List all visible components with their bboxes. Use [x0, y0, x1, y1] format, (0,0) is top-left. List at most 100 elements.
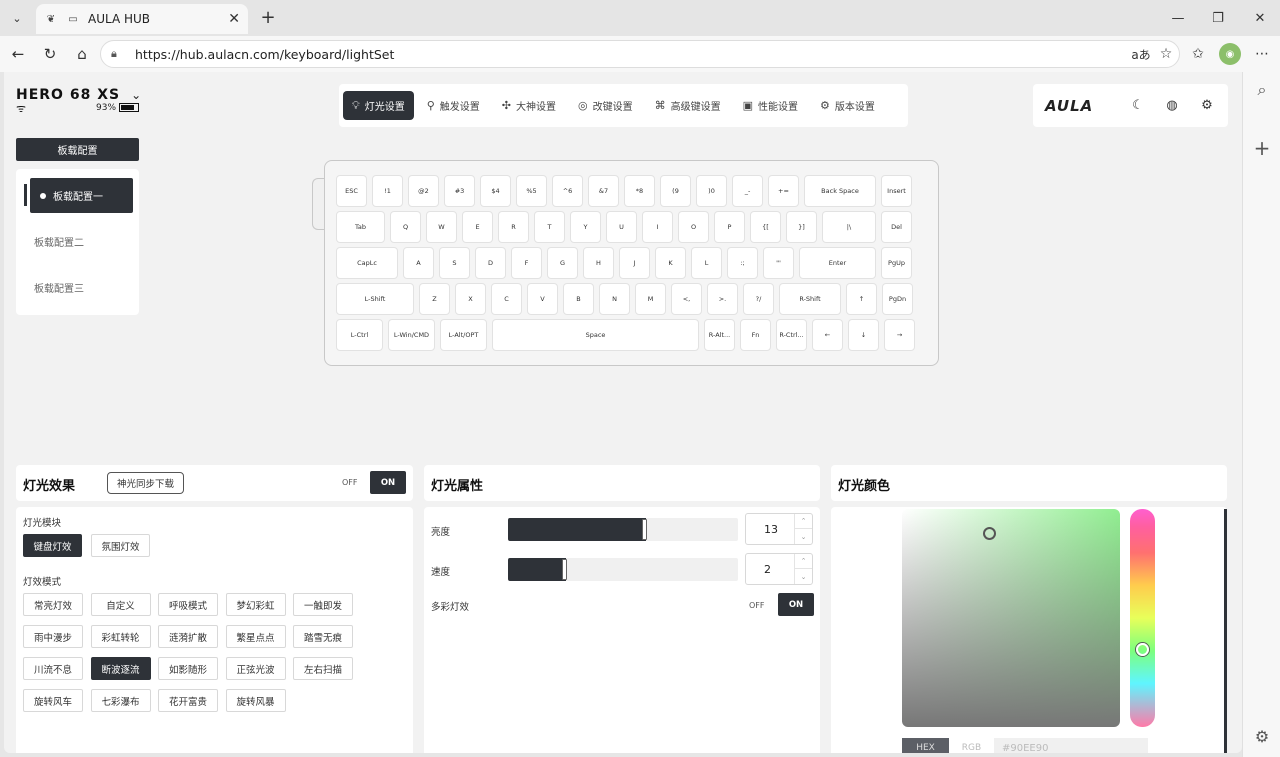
mode-button[interactable]: 旋转风暴: [225, 689, 286, 712]
speed-slider[interactable]: [508, 558, 738, 581]
speed-thumb[interactable]: [562, 559, 567, 580]
site-info-icon[interactable]: 🔒︎: [111, 47, 125, 61]
key[interactable]: ↑: [846, 283, 877, 315]
key[interactable]: Del: [881, 211, 912, 243]
stepper-up-icon[interactable]: ⌃: [794, 554, 812, 569]
mode-button[interactable]: 花开富贵: [158, 689, 218, 712]
key[interactable]: $4: [480, 175, 511, 207]
effects-off-toggle[interactable]: OFF: [342, 478, 358, 487]
key[interactable]: R-Alt...: [704, 319, 735, 351]
key[interactable]: ^6: [552, 175, 583, 207]
key[interactable]: PgUp: [881, 247, 912, 279]
brightness-slider[interactable]: [508, 518, 738, 541]
key[interactable]: Fn: [740, 319, 771, 351]
key[interactable]: B: [563, 283, 594, 315]
multicolor-on-toggle[interactable]: ON: [778, 593, 814, 616]
nav-tab-0[interactable]: 💡︎ 灯光设置: [343, 91, 414, 120]
minimize-icon[interactable]: —: [1168, 8, 1188, 28]
key[interactable]: U: [606, 211, 637, 243]
chevron-down-icon[interactable]: ⌄: [131, 88, 141, 102]
mode-button[interactable]: 自定义: [90, 593, 151, 616]
dark-mode-icon[interactable]: ☾: [1129, 96, 1147, 114]
nav-tab-2[interactable]: ✣ 大神设置: [493, 91, 565, 120]
key[interactable]: Tab: [336, 211, 385, 243]
key[interactable]: <,: [671, 283, 702, 315]
key[interactable]: ?/: [743, 283, 774, 315]
brightness-stepper[interactable]: 13 ⌃ ⌄: [745, 513, 813, 545]
key[interactable]: Insert: [881, 175, 912, 207]
profile-avatar[interactable]: ◉: [1219, 43, 1241, 65]
hex-tab[interactable]: HEX: [902, 738, 949, 753]
key[interactable]: PgDn: [882, 283, 913, 315]
mode-button[interactable]: 旋转风车: [23, 689, 83, 712]
key[interactable]: R-Ctrl...: [776, 319, 807, 351]
key[interactable]: Enter: [799, 247, 876, 279]
key[interactable]: L-Shift: [336, 283, 414, 315]
key[interactable]: Y: [570, 211, 601, 243]
key[interactable]: K: [655, 247, 686, 279]
nav-tab-1[interactable]: ⚲ 触发设置: [418, 91, 489, 120]
more-menu-icon[interactable]: ⋯: [1252, 44, 1272, 64]
saturation-value-picker[interactable]: [902, 509, 1120, 727]
mode-button[interactable]: 左右扫描: [293, 657, 353, 680]
read-aloud-icon[interactable]: aあ: [1131, 44, 1151, 64]
nav-tab-6[interactable]: ⚙ 版本设置: [811, 91, 884, 120]
key[interactable]: &7: [588, 175, 619, 207]
mode-button[interactable]: 川流不息: [23, 657, 83, 680]
config-item-1[interactable]: 板载配置一: [30, 178, 133, 213]
key[interactable]: #3: [444, 175, 475, 207]
restore-icon[interactable]: ❐: [1208, 8, 1228, 28]
key[interactable]: Q: [390, 211, 421, 243]
key[interactable]: F: [511, 247, 542, 279]
key[interactable]: >.: [707, 283, 738, 315]
tab-list-chevron-icon[interactable]: ⌄: [8, 9, 26, 27]
key[interactable]: }]: [786, 211, 817, 243]
url-field[interactable]: 🔒︎ https://hub.aulacn.com/keyboard/light…: [100, 40, 1180, 68]
key[interactable]: "': [763, 247, 794, 279]
browser-tab[interactable]: ❦ ▭ AULA HUB ✕: [36, 4, 248, 34]
sync-download-button[interactable]: 神光同步下载: [107, 472, 184, 494]
language-globe-icon[interactable]: ◍: [1163, 96, 1181, 114]
mode-button[interactable]: 涟漪扩散: [158, 625, 218, 648]
key[interactable]: O: [678, 211, 709, 243]
color-picker-handle[interactable]: [983, 527, 996, 540]
sidebar-settings-icon[interactable]: ⚙: [1252, 726, 1272, 746]
config-item-2[interactable]: 板载配置二: [30, 224, 133, 259]
key[interactable]: D: [475, 247, 506, 279]
hue-slider-handle[interactable]: [1136, 643, 1149, 656]
key[interactable]: @2: [408, 175, 439, 207]
key[interactable]: {[: [750, 211, 781, 243]
close-tab-icon[interactable]: ✕: [228, 11, 240, 27]
key[interactable]: L-Alt/OPT: [440, 319, 487, 351]
device-selector[interactable]: HERO 68 XS ⌄ ᯤ 93%: [16, 84, 141, 115]
key[interactable]: +=: [768, 175, 799, 207]
key[interactable]: I: [642, 211, 673, 243]
key[interactable]: A: [403, 247, 434, 279]
favorite-star-icon[interactable]: ☆: [1156, 44, 1176, 64]
key[interactable]: G: [547, 247, 578, 279]
mode-button[interactable]: 七彩瀑布: [90, 689, 151, 712]
key[interactable]: W: [426, 211, 457, 243]
stepper-up-icon[interactable]: ⌃: [794, 514, 812, 529]
key[interactable]: P: [714, 211, 745, 243]
key[interactable]: L: [691, 247, 722, 279]
key[interactable]: S: [439, 247, 470, 279]
mode-button[interactable]: 雨中漫步: [23, 625, 83, 648]
settings-gear-icon[interactable]: ⚙: [1198, 96, 1216, 114]
add-sidebar-icon[interactable]: +: [1252, 136, 1272, 160]
effects-on-toggle[interactable]: ON: [370, 471, 406, 494]
key[interactable]: Space: [492, 319, 699, 351]
stepper-down-icon[interactable]: ⌄: [794, 569, 812, 584]
mode-button[interactable]: 常亮灯效: [23, 593, 83, 616]
nav-tab-3[interactable]: ◎ 改键设置: [569, 91, 642, 120]
key[interactable]: ←: [812, 319, 843, 351]
key[interactable]: L-Win/CMD: [388, 319, 435, 351]
key[interactable]: CapLc: [336, 247, 398, 279]
module-keyboard-button[interactable]: 键盘灯效: [23, 534, 82, 557]
config-item-3[interactable]: 板载配置三: [30, 270, 133, 305]
key[interactable]: ESC: [336, 175, 367, 207]
color-panel-scrollbar[interactable]: [1224, 509, 1227, 753]
key[interactable]: :;: [727, 247, 758, 279]
key[interactable]: _-: [732, 175, 763, 207]
back-icon[interactable]: ←: [8, 44, 28, 64]
